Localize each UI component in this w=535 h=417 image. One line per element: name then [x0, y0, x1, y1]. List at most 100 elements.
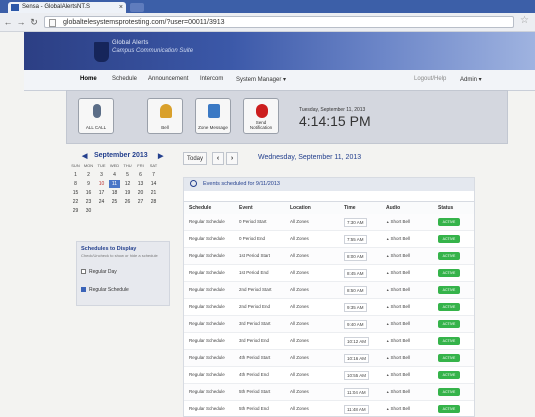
nav-logout-help[interactable]: Logout/Help: [414, 76, 446, 82]
cell-time[interactable]: 8:00 AM: [344, 252, 367, 261]
column-header-event[interactable]: Event: [239, 205, 253, 211]
calendar-day[interactable]: 15: [70, 189, 81, 197]
calendar-day[interactable]: 28: [148, 198, 159, 206]
cell-time[interactable]: 8:50 AM: [344, 286, 367, 295]
calendar-day[interactable]: 9: [83, 180, 94, 188]
column-header-audio[interactable]: Audio: [386, 205, 400, 211]
status-badge[interactable]: ACTIVE: [438, 371, 460, 379]
browser-tab[interactable]: Sensa - GlobalAlertsNT.S ×: [8, 2, 126, 13]
bookmark-star-icon[interactable]: ☆: [520, 15, 529, 26]
calendar-day[interactable]: 18: [109, 189, 120, 197]
column-header-time[interactable]: Time: [344, 205, 356, 211]
calendar-day[interactable]: 13: [135, 180, 146, 188]
calendar-day[interactable]: 30: [83, 207, 94, 215]
table-row[interactable]: Regular Schedule 3rd Period Start All Zone…: [184, 316, 474, 333]
reload-icon[interactable]: ↻: [28, 15, 40, 29]
table-row[interactable]: Regular Schedule 0 Period End All Zones 7:5…: [184, 231, 474, 248]
status-badge[interactable]: ACTIVE: [438, 354, 460, 362]
table-row[interactable]: Regular Schedule 5th Period Start All Zone…: [184, 384, 474, 401]
calendar-day[interactable]: 14: [148, 180, 159, 188]
nav-announcement[interactable]: Announcement: [148, 76, 188, 82]
calendar-day[interactable]: 12: [122, 180, 133, 188]
cell-time[interactable]: 9:35 AM: [344, 303, 367, 312]
prev-month-icon[interactable]: ◀: [82, 152, 87, 160]
table-row[interactable]: Regular Schedule 2nd Period End All Zones 9…: [184, 299, 474, 316]
calendar-day[interactable]: 20: [135, 189, 146, 197]
zone-message-button[interactable]: Zone Message: [195, 98, 231, 134]
schedule-toggle-regular-schedule[interactable]: Regular Schedule: [81, 287, 129, 293]
calendar-day[interactable]: 21: [148, 189, 159, 197]
calendar-day[interactable]: 16: [83, 189, 94, 197]
table-row[interactable]: Regular Schedule 2nd Period Start All Zone…: [184, 282, 474, 299]
cell-time[interactable]: 8:45 AM: [344, 269, 367, 278]
column-header-location[interactable]: Location: [290, 205, 311, 211]
status-badge[interactable]: ACTIVE: [438, 388, 460, 396]
schedule-toggle-regular-day[interactable]: Regular Day: [81, 269, 117, 275]
status-badge[interactable]: ACTIVE: [438, 252, 460, 260]
weekday-label: THU: [123, 163, 132, 168]
next-month-icon[interactable]: ▶: [158, 152, 163, 160]
calendar-day[interactable]: 7: [148, 171, 159, 179]
nav-intercom[interactable]: Intercom: [200, 76, 223, 82]
status-badge[interactable]: ACTIVE: [438, 235, 460, 243]
calendar-day[interactable]: 1: [70, 171, 81, 179]
calendar-day[interactable]: 23: [83, 198, 94, 206]
calendar-day[interactable]: 25: [109, 198, 120, 206]
forward-icon[interactable]: →: [15, 15, 27, 29]
table-row[interactable]: Regular Schedule 0 Period Start All Zones 7…: [184, 214, 474, 231]
table-row[interactable]: Regular Schedule 4th Period End All Zones 1…: [184, 367, 474, 384]
next-day-button[interactable]: ›: [226, 152, 238, 165]
cell-time[interactable]: 10:12 AM: [344, 337, 370, 346]
cell-time[interactable]: 10:16 AM: [344, 354, 370, 363]
back-icon[interactable]: ←: [2, 15, 14, 29]
calendar-day[interactable]: 10: [96, 180, 107, 188]
calendar-day[interactable]: 3: [96, 171, 107, 179]
status-badge[interactable]: ACTIVE: [438, 320, 460, 328]
status-badge[interactable]: ACTIVE: [438, 303, 460, 311]
nav-home[interactable]: Home: [80, 76, 97, 82]
column-header-status[interactable]: Status: [438, 205, 453, 211]
cell-time[interactable]: 11:04 AM: [344, 388, 369, 397]
calendar-day-today[interactable]: 11: [109, 180, 120, 188]
new-tab-button[interactable]: [130, 3, 144, 12]
status-badge[interactable]: ACTIVE: [438, 286, 460, 294]
cell-time[interactable]: 7:30 AM: [344, 218, 367, 227]
cell-time[interactable]: 10:55 AM: [344, 371, 370, 380]
status-badge[interactable]: ACTIVE: [438, 218, 460, 226]
status-badge[interactable]: ACTIVE: [438, 337, 460, 345]
checkbox-icon[interactable]: [81, 269, 86, 275]
tab-close-icon[interactable]: ×: [119, 2, 123, 13]
calendar-day[interactable]: 2: [83, 171, 94, 179]
nav-schedule[interactable]: Schedule: [112, 76, 137, 82]
column-header-schedule[interactable]: Schedule: [189, 205, 211, 211]
status-badge[interactable]: ACTIVE: [438, 269, 460, 277]
all-call-button[interactable]: ALL CALL: [78, 98, 114, 134]
prev-day-button[interactable]: ‹: [212, 152, 224, 165]
status-badge[interactable]: ACTIVE: [438, 405, 460, 413]
calendar-day[interactable]: 29: [70, 207, 81, 215]
table-row[interactable]: Regular Schedule 3rd Period End All Zones 1…: [184, 333, 474, 350]
calendar-day[interactable]: 4: [109, 171, 120, 179]
calendar-day[interactable]: 26: [122, 198, 133, 206]
calendar-day[interactable]: 8: [70, 180, 81, 188]
user-menu[interactable]: Admin ▾: [460, 76, 482, 83]
today-button[interactable]: Today: [183, 152, 207, 165]
send-notification-button[interactable]: Send Notification: [243, 98, 279, 134]
checkbox-checked-icon[interactable]: [81, 287, 86, 293]
calendar-day[interactable]: 17: [96, 189, 107, 197]
cell-time[interactable]: 7:55 AM: [344, 235, 367, 244]
nav-system-manager[interactable]: System Manager ▾: [236, 76, 286, 83]
calendar-day[interactable]: 6: [135, 171, 146, 179]
calendar-day[interactable]: 27: [135, 198, 146, 206]
address-bar[interactable]: globaltelesystemsprotesting.com/?user=00…: [44, 16, 514, 28]
cell-time[interactable]: 9:40 AM: [344, 320, 367, 329]
calendar-day[interactable]: 19: [122, 189, 133, 197]
calendar-day[interactable]: 5: [122, 171, 133, 179]
calendar-day[interactable]: 22: [70, 198, 81, 206]
cell-time[interactable]: 11:48 AM: [344, 405, 369, 414]
bell-button[interactable]: Bell: [147, 98, 183, 134]
calendar-day[interactable]: 24: [96, 198, 107, 206]
table-row[interactable]: Regular Schedule 1st Period End All Zones 8…: [184, 265, 474, 282]
table-row[interactable]: Regular Schedule 1st Period Start All Zone…: [184, 248, 474, 265]
table-row[interactable]: Regular Schedule 4th Period Start All Zone…: [184, 350, 474, 367]
